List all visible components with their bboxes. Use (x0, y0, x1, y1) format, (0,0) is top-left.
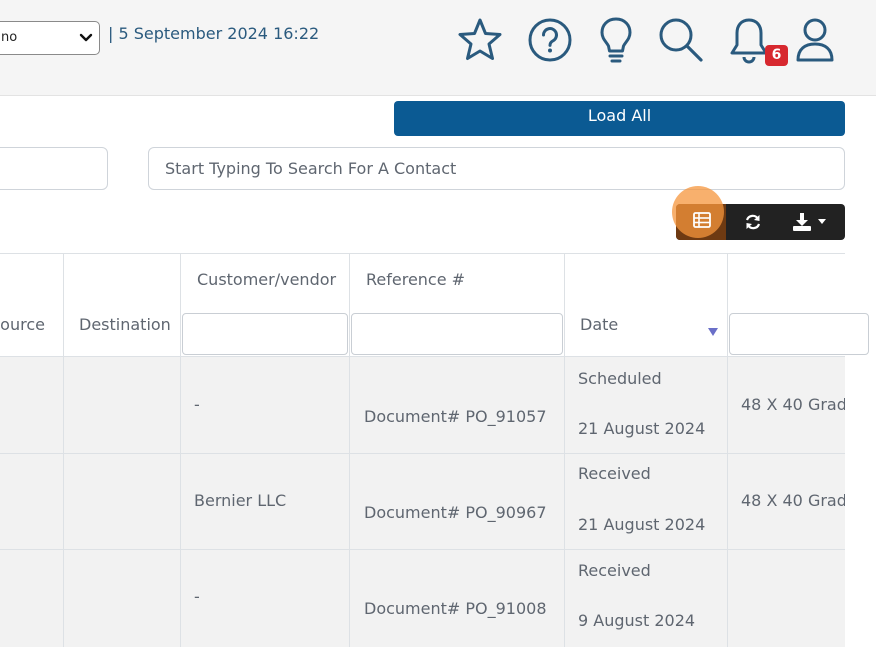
table-icon (693, 212, 711, 228)
cell-status: Scheduled (578, 369, 662, 388)
top-bar-divider (0, 95, 876, 96)
help-icon[interactable] (527, 17, 573, 63)
cell-customer: - (194, 587, 200, 606)
cell-status: Received (578, 464, 651, 483)
notification-badge: 6 (765, 45, 788, 66)
cell-status: Received (578, 561, 651, 580)
cell-item: 48 X 40 Grade (741, 491, 845, 510)
caret-down-icon (818, 219, 826, 224)
column-header-reference[interactable]: Reference # (366, 270, 465, 289)
customer-vendor-filter[interactable] (182, 313, 348, 355)
column-header-source[interactable]: Source (0, 315, 45, 334)
header-bottom-border (0, 356, 845, 357)
cell-reference[interactable]: Document# PO_90967 (364, 503, 547, 522)
cell-item: 48 X 40 Grade (741, 395, 845, 414)
row-divider (0, 453, 845, 454)
sort-desc-icon[interactable] (707, 327, 719, 337)
table-row[interactable] (0, 357, 845, 453)
column-header-customer-vendor[interactable]: Customer/vendor (197, 270, 336, 289)
column-header-date[interactable]: Date (580, 315, 618, 334)
user-icon[interactable] (793, 15, 837, 65)
row-divider (0, 549, 845, 550)
cell-date: 9 August 2024 (578, 611, 696, 630)
filter-input[interactable] (0, 147, 108, 190)
item-filter[interactable] (729, 313, 869, 355)
cell-reference[interactable]: Document# PO_91057 (364, 407, 547, 426)
warehouse-select[interactable]: no (0, 21, 100, 55)
column-divider (180, 253, 181, 647)
refresh-button[interactable] (732, 204, 774, 240)
column-divider (63, 253, 64, 647)
cell-date: 21 August 2024 (578, 515, 706, 534)
contact-search-input[interactable] (148, 147, 845, 190)
warehouse-select-value: no (1, 30, 18, 45)
download-icon (793, 213, 811, 231)
current-datetime: | 5 September 2024 16:22 (108, 24, 320, 43)
cell-customer: Bernier LLC (194, 491, 287, 510)
cell-date: 21 August 2024 (578, 419, 706, 438)
lightbulb-icon[interactable] (597, 15, 635, 65)
download-button[interactable] (780, 204, 842, 240)
column-divider (349, 253, 350, 647)
column-header-destination[interactable]: Destination (79, 315, 171, 334)
reference-filter[interactable] (351, 313, 563, 355)
search-icon[interactable] (656, 15, 706, 65)
column-divider (564, 253, 565, 647)
column-divider (727, 253, 728, 647)
table-row[interactable] (0, 454, 845, 549)
chevron-down-icon (79, 33, 93, 42)
refresh-icon (745, 214, 761, 230)
star-icon[interactable] (456, 16, 504, 64)
cell-customer: - (194, 395, 200, 414)
load-all-button[interactable]: Load All (394, 101, 845, 136)
table-top-border (0, 253, 845, 254)
cell-reference[interactable]: Document# PO_91008 (364, 599, 547, 618)
